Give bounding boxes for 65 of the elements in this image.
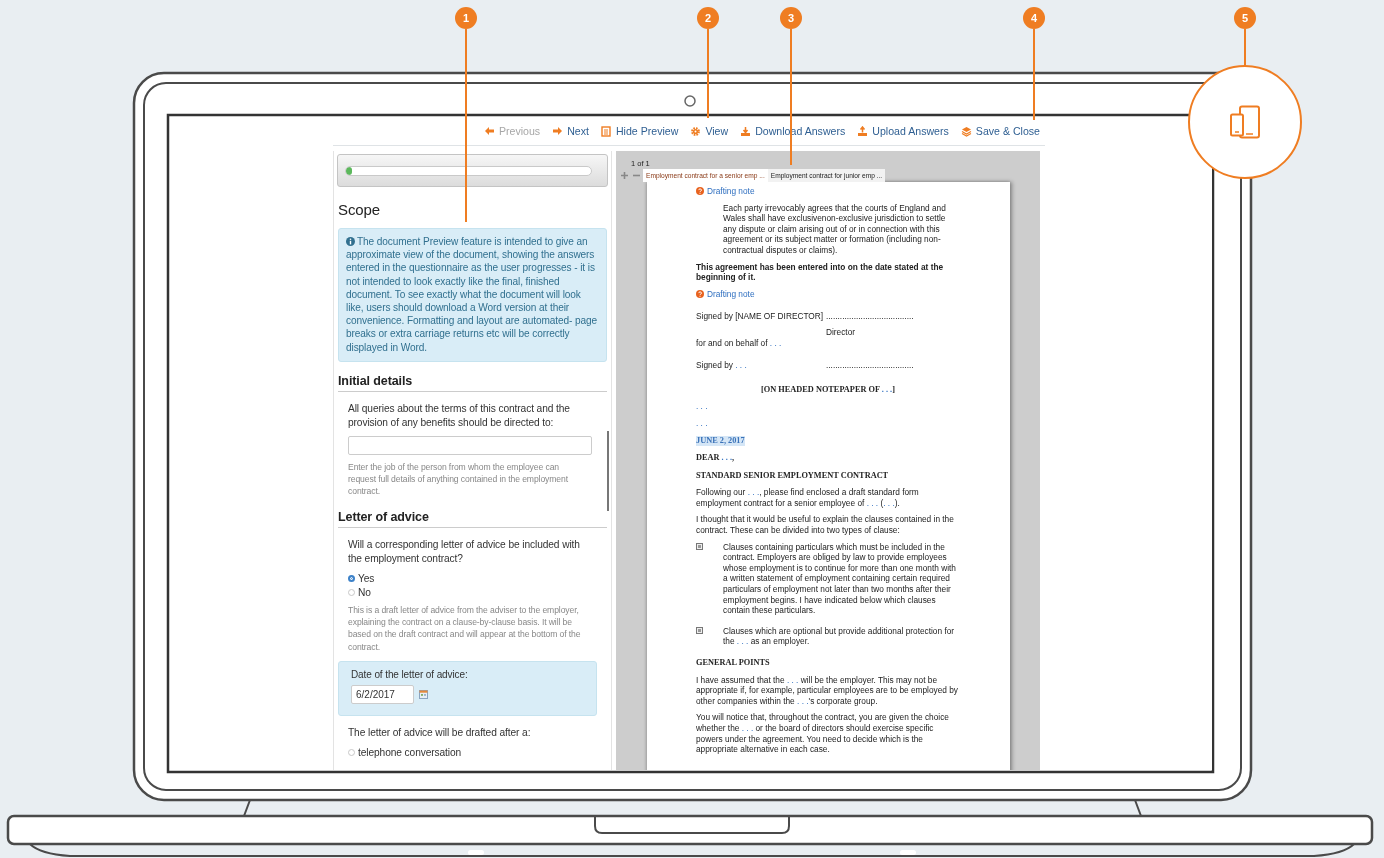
- section-heading: Letter of advice: [338, 509, 607, 528]
- signatory-text: Signed by [NAME OF DIRECTOR]: [696, 311, 825, 324]
- arrow-left-icon: [483, 125, 495, 137]
- signature-line: ......................................: [826, 311, 914, 322]
- text-input[interactable]: [348, 435, 592, 455]
- info-icon: [346, 237, 355, 246]
- radio-label[interactable]: telephone conversation: [358, 745, 462, 760]
- zoom-in-icon[interactable]: [621, 171, 628, 179]
- calendar-icon[interactable]: [419, 689, 428, 699]
- date-input[interactable]: 6/2/2017: [351, 684, 414, 704]
- download-icon: [740, 125, 752, 137]
- clause-text: This agreement has been entered into on the date stated at the beginning of it.: [696, 261, 945, 283]
- layers-icon: [960, 125, 972, 137]
- help-icon[interactable]: [696, 290, 704, 299]
- role-text: Director: [826, 326, 857, 338]
- clause-text: Each party irrevocably agrees that the courts of England and Wales shall have exclusivenon-exclusive jurisdiction to settle any dispute or claim arising out of or in connection with this agreement or its subject matter or formation (including non-contractual disputes or claims).: [723, 202, 947, 256]
- date-text: JUNE 2, 2017: [696, 435, 745, 447]
- preview-link[interactable]: Hide Preview: [600, 125, 679, 137]
- letter-heading: STANDARD SENIOR EMPLOYMENT CONTRACT: [696, 470, 889, 482]
- body-text: You will notice that, throughout the contract, you are given the choice whether the . . . or the board of directors should exercise specific powers under the agreement. You need to decide which is the appropriate alternative in each case.: [696, 712, 950, 755]
- letterhead-text: [ON HEADED NOTEPAPER OF . . .]: [761, 384, 895, 396]
- devices-icon: [1229, 105, 1261, 139]
- callout-number: 2: [697, 7, 719, 29]
- upload-link[interactable]: Upload Answers: [857, 125, 949, 137]
- help-text: This is a draft letter of advice from the adviser to the employer, explaining the contract on a clause-by-clause basis. It will be based on the draft contract and will appear at the bottom of the contract.: [348, 603, 582, 653]
- drafting-note-link[interactable]: Drafting note: [707, 186, 755, 197]
- info-message: The document Preview feature is intended to give an approximate view of the document, showing the answers entered in the questionnaire as the user progresses - it is not intended to look exactly like the final, finished document. To see exactly what the document will look like, users should download a Word version at their convenience. Formatting and layout are automated- page breaks or extra carriage returns etc will be correctly displayed in Word.: [338, 228, 607, 362]
- radio-label[interactable]: No: [358, 585, 371, 600]
- clause-text: Clauses which are optional but provide additional protection for the . . . as an employer.: [723, 625, 956, 647]
- scrollbar[interactable]: [607, 431, 609, 511]
- upload-icon: [857, 125, 869, 137]
- drafting-note-link[interactable]: Drafting note: [707, 288, 755, 300]
- section-heading: Initial details: [338, 373, 607, 392]
- help-icon[interactable]: [696, 187, 704, 196]
- section-title: Scope: [338, 201, 381, 218]
- radio-label[interactable]: Yes: [358, 571, 375, 586]
- question-text: Will a corresponding letter of advice be included with the employment contract?: [348, 537, 581, 566]
- callout-number: 3: [780, 7, 802, 29]
- help-text: Enter the job of the person from whom the employee can request full details of anything contained in the employment contract.: [348, 460, 569, 498]
- question-text: All queries about the terms of this contract and the provision of any benefits should be directed to:: [348, 401, 571, 430]
- letter-heading: GENERAL POINTS: [696, 658, 770, 669]
- body-text: . . .: [696, 401, 709, 412]
- radio-button[interactable]: [348, 575, 355, 583]
- save-link[interactable]: Save & Close: [960, 125, 1040, 137]
- callout-number: 1: [455, 7, 477, 29]
- body-text: . . .: [696, 417, 709, 429]
- salutation-text: DEAR . . .,: [696, 453, 735, 464]
- clause-text: Clauses containing particulars which must be included in the contract. Employers are obliged by law to provide employees whose employment is to continue for more than one month with a written statement of employment containing certain required particulars of employment not later than two months after their employment begins. I have indicated below which clauses contain these particulars.: [723, 541, 957, 616]
- view-link[interactable]: View: [690, 125, 729, 137]
- field-label: Date of the letter of advice:: [351, 668, 469, 680]
- checkbox-icon: [696, 541, 703, 550]
- signatory-text: Signed by . . .: [696, 360, 748, 371]
- body-text: I have assumed that the . . . will be the employer. This may not be appropriate if, for example, particular employees are to be employed by other companies within the . . .'s corporate group.: [696, 674, 959, 707]
- document-icon: [600, 125, 612, 137]
- arrow-right-icon: [552, 125, 564, 137]
- gear-icon: [690, 125, 702, 137]
- question-text: The letter of advice will be drafted after a:: [348, 725, 532, 740]
- callout-number: 5: [1234, 7, 1256, 29]
- body-text: for and on behalf of . . .: [696, 337, 783, 349]
- checkbox-icon: [696, 625, 703, 634]
- callout-number: 4: [1023, 7, 1045, 29]
- body-text: Following our . . ., please find enclosed a draft standard form employment contract for a senior employee of . . . (. . .).: [696, 487, 920, 509]
- signature-line: ......................................: [826, 360, 914, 371]
- next-link[interactable]: Next: [552, 125, 589, 137]
- body-text: I thought that it would be useful to explain the clauses contained in the contract. These can be divided into two types of clause:: [696, 514, 955, 536]
